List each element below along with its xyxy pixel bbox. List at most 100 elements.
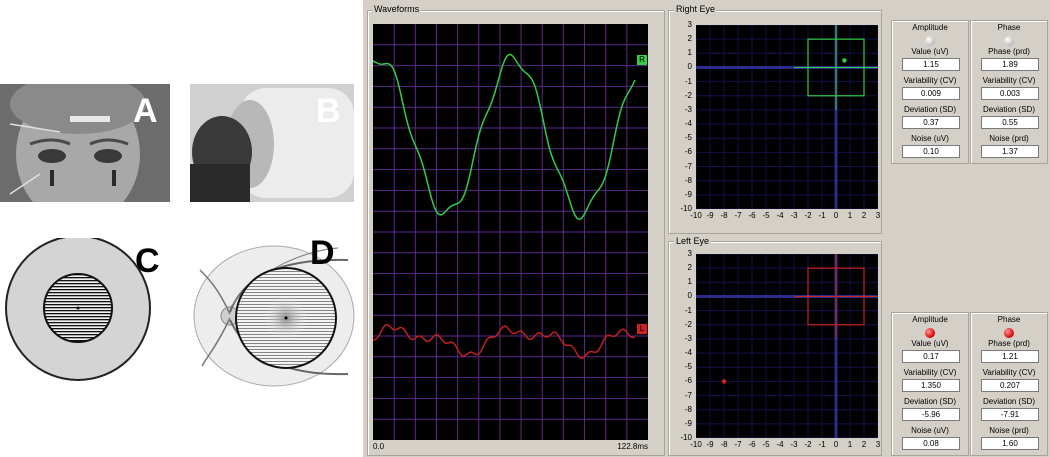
y-tick-label: -9 xyxy=(684,189,692,199)
phase-value-label-bottom: Phase (prd) xyxy=(988,339,1030,348)
y-tick-label: 3 xyxy=(687,249,692,258)
y-tick-label: -6 xyxy=(684,147,692,157)
amplitude-title: Amplitude xyxy=(912,23,948,32)
x-tick-label: -10 xyxy=(690,211,702,220)
phase-deviation-label: Deviation (SD) xyxy=(982,105,1035,114)
phase-noise-label: Noise (prd) xyxy=(989,134,1029,143)
left-eye-phase-box: Phase Phase (prd) 1.21 Variability (CV) … xyxy=(970,312,1048,456)
phase-noise-label-bottom: Noise (prd) xyxy=(989,426,1029,435)
x-tick-label: 3 xyxy=(875,211,881,220)
y-tick-label: -8 xyxy=(684,404,692,414)
y-tick-label: -4 xyxy=(684,119,692,129)
amp-variability-field-bottom: 1.350 xyxy=(902,379,960,392)
phase-noise-field-bottom: 1.60 xyxy=(981,437,1039,450)
amp-noise-field: 0.10 xyxy=(902,145,960,158)
x-tick-label: 0 xyxy=(833,211,839,220)
x-tick-label: -1 xyxy=(818,440,826,449)
right-eye-title: Right Eye xyxy=(674,4,718,14)
phase-noise-field: 1.37 xyxy=(981,145,1039,158)
phase-deviation-field: 0.55 xyxy=(981,116,1039,129)
amp-value-field-bottom: 0.17 xyxy=(902,350,960,363)
x-tick-label: -5 xyxy=(762,440,770,449)
amp-deviation-label: Deviation (SD) xyxy=(903,105,956,114)
x-tick-label: -4 xyxy=(776,211,784,220)
response-vector-point xyxy=(842,58,847,63)
x-tick-label: -7 xyxy=(734,440,742,449)
x-tick-label: -2 xyxy=(804,440,812,449)
amp-noise-label: Noise (uV) xyxy=(911,134,949,143)
x-axis-end-label: 122.8ms xyxy=(617,442,648,451)
panel-letter-a: A xyxy=(133,92,158,130)
x-tick-label: -6 xyxy=(748,211,756,220)
diagram-d-retina: D xyxy=(188,234,358,388)
x-tick-label: 2 xyxy=(861,440,867,449)
phase-deviation-field-bottom: -7.91 xyxy=(981,408,1039,421)
y-tick-label: -2 xyxy=(684,90,692,100)
y-tick-label: 3 xyxy=(687,20,692,29)
left-eye-plot-svg xyxy=(695,253,879,439)
x-tick-label: -9 xyxy=(706,440,714,449)
y-tick-label: -3 xyxy=(684,104,692,114)
y-tick-label: -9 xyxy=(684,418,692,428)
phase-deviation-label-bottom: Deviation (SD) xyxy=(982,397,1035,406)
response-vector-point xyxy=(721,379,727,384)
amp-deviation-field-bottom: -5.96 xyxy=(902,408,960,421)
amp-value-label-bottom: Value (uV) xyxy=(911,339,949,348)
y-tick-label: 2 xyxy=(687,34,692,44)
x-tick-label: -10 xyxy=(690,440,702,449)
amp-variability-label-bottom: Variability (CV) xyxy=(903,368,957,377)
photo-b-device: B xyxy=(190,84,354,202)
x-tick-label: 1 xyxy=(847,440,853,449)
phase-title-bottom: Phase xyxy=(997,315,1021,324)
x-tick-label: -8 xyxy=(720,440,728,449)
amp-value-label: Value (uV) xyxy=(911,47,949,56)
amplitude-title-bottom: Amplitude xyxy=(912,315,948,324)
panel-letter-d: D xyxy=(310,234,335,272)
left-eye-polar-plot xyxy=(695,253,879,439)
phase-value-field: 1.89 xyxy=(981,58,1039,71)
x-tick-label: 1 xyxy=(847,211,853,220)
right-eye-marker: R xyxy=(637,55,647,65)
amp-value-field: 1.15 xyxy=(902,58,960,71)
phase-value-field-bottom: 1.21 xyxy=(981,350,1039,363)
right-eye-amplitude-box: Amplitude Value (uV) 1.15 Variability (C… xyxy=(891,20,969,164)
y-tick-label: -8 xyxy=(684,175,692,185)
y-tick-label: -1 xyxy=(684,305,692,315)
x-tick-label: -9 xyxy=(706,211,714,220)
x-axis-start-label: 0.0 xyxy=(373,442,385,451)
right-eye-phase-box: Phase Phase (prd) 1.89 Variability (CV) … xyxy=(970,20,1048,164)
x-tick-label: -1 xyxy=(818,211,826,220)
y-tick-label: -4 xyxy=(684,348,692,358)
x-tick-label: 2 xyxy=(861,211,867,220)
x-tick-label: 0 xyxy=(833,440,839,449)
phase-variability-field-bottom: 0.207 xyxy=(981,379,1039,392)
y-tick-label: 1 xyxy=(687,277,692,287)
phase-value-label: Phase (prd) xyxy=(988,47,1030,56)
waveform-svg xyxy=(372,24,648,440)
waveforms-title: Waveforms xyxy=(372,4,422,14)
phase-alert-led-icon xyxy=(1004,328,1014,338)
x-tick-label: -3 xyxy=(790,440,798,449)
phase-variability-label-bottom: Variability (CV) xyxy=(982,368,1036,377)
y-tick-label: -2 xyxy=(684,319,692,329)
amp-noise-field-bottom: 0.08 xyxy=(902,437,960,450)
phase-variability-field: 0.003 xyxy=(981,87,1039,100)
y-tick-label: 0 xyxy=(687,291,692,301)
y-tick-label: 0 xyxy=(687,62,692,72)
phase-variability-label: Variability (CV) xyxy=(982,76,1036,85)
left-eye-marker: L xyxy=(637,324,647,334)
amp-deviation-label-bottom: Deviation (SD) xyxy=(903,397,956,406)
y-tick-label: -7 xyxy=(684,161,692,171)
waveform-plot: R L xyxy=(372,24,648,440)
left-eye-amplitude-box: Amplitude Value (uV) 0.17 Variability (C… xyxy=(891,312,969,456)
left-eye-title: Left Eye xyxy=(674,236,712,246)
amp-variability-label: Variability (CV) xyxy=(903,76,957,85)
y-tick-label: 2 xyxy=(687,263,692,273)
left-eye-waveform xyxy=(372,323,636,360)
right-eye-waveform xyxy=(372,53,636,221)
diagram-c-stimulus: C xyxy=(0,235,170,408)
phase-status-led-icon xyxy=(1004,36,1014,46)
amp-deviation-field: 0.37 xyxy=(902,116,960,129)
y-tick-label: -5 xyxy=(684,133,692,143)
x-tick-label: 3 xyxy=(875,440,881,449)
